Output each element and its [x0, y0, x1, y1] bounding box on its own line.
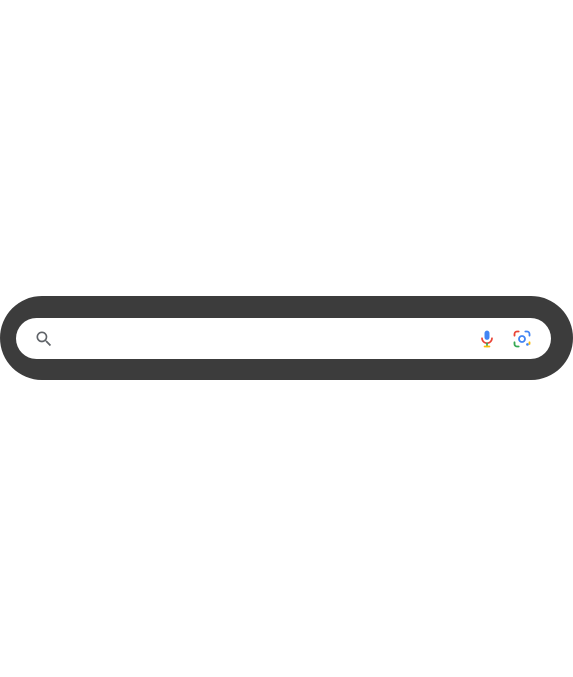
search-widget: [0, 296, 573, 380]
search-icon: [36, 331, 52, 347]
google-lens-icon[interactable]: [512, 329, 532, 349]
microphone-icon[interactable]: [477, 328, 497, 350]
search-bar[interactable]: [16, 318, 551, 359]
search-input[interactable]: [66, 326, 456, 351]
